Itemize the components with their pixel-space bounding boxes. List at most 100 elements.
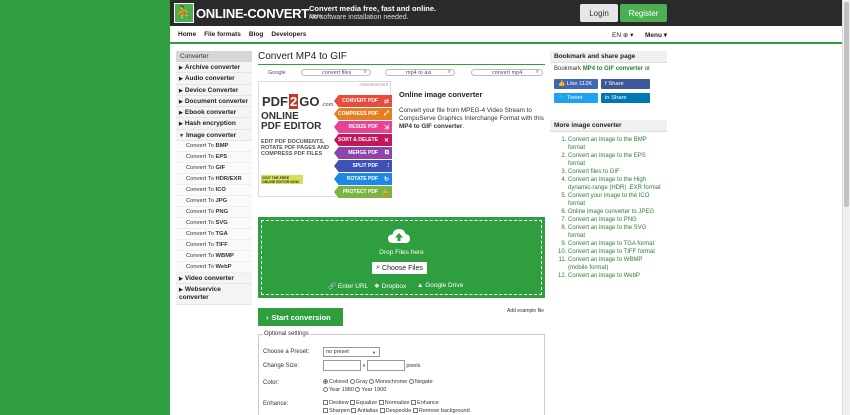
sidebar-subitem-jpg[interactable]: Convert To JPG <box>176 196 252 208</box>
search-suggestion[interactable]: mp4 to avi ⌕ <box>385 69 455 76</box>
converter-link-svg[interactable]: Convert an image to the SVG format <box>568 224 663 240</box>
sidebar-subitem-tga[interactable]: Convert To TGA <box>176 229 252 241</box>
enhance-remove-background[interactable]: Remove background <box>412 408 470 414</box>
search-icon: ⌕ <box>535 69 539 75</box>
start-conversion-button[interactable]: › Start conversion <box>258 308 343 326</box>
color-year-1900[interactable]: Year 1900 <box>355 387 386 393</box>
enhance-sharpen[interactable]: Sharpen <box>323 408 350 414</box>
ad-button-convert[interactable]: CONVERT PDF ⇄ <box>334 95 392 107</box>
search-suggestion[interactable]: convert files ⌕ <box>301 69 371 76</box>
converter-link-tga[interactable]: Convert an image to TGA format <box>568 240 663 248</box>
color-monochrome[interactable]: Monochrome <box>369 379 407 385</box>
sidebar-subitem-hdr[interactable]: Convert To HDR/EXR <box>176 174 252 186</box>
google-logo: Google <box>268 70 286 76</box>
sidebar-item-audio[interactable]: ▶ Audio converter <box>176 73 252 85</box>
choose-files-button[interactable]: ⌕ Choose Files <box>372 262 427 274</box>
google-drive-link[interactable]: ▲ Google Drive <box>417 282 463 289</box>
converter-link-tiff[interactable]: Convert an image to TIFF format <box>568 248 663 256</box>
menu-button[interactable]: Menu ▾ <box>645 31 667 39</box>
sidebar-subitem-tiff[interactable]: Convert To TIFF <box>176 240 252 252</box>
nav-blog[interactable]: Blog <box>249 31 263 38</box>
sidebar-item-ebook[interactable]: ▶ Ebook converter <box>176 107 252 119</box>
ad-button-resize[interactable]: RESIZE PDF ⇲ <box>334 121 392 133</box>
add-example-file-link[interactable]: Add example file <box>507 308 544 314</box>
nav-home[interactable]: Home <box>178 31 196 38</box>
ad-button-label: SORT & DELETE <box>337 137 378 143</box>
ad-button-sort-delete[interactable]: SORT & DELETE ✕ <box>334 134 392 146</box>
sidebar-subitem-bmp[interactable]: Convert To BMP <box>176 141 252 153</box>
language-selector[interactable]: EN ⊕ ▾ <box>612 31 633 39</box>
ad-button-split[interactable]: SPLIT PDF ⫶ <box>334 160 392 172</box>
converter-link-webp[interactable]: Convert an image to WebP <box>568 272 663 280</box>
sidebar-subitem-ico[interactable]: Convert To ICO <box>176 185 252 197</box>
preset-select[interactable]: no preset ▼ <box>323 347 380 357</box>
sidebar-item-webservice[interactable]: ▶ Webservice converter <box>176 284 252 306</box>
converter-sidebar: Converter ▶ Archive converter ▶ Audio conv… <box>176 51 252 306</box>
sidebar-subitem-eps[interactable]: Convert To EPS <box>176 152 252 164</box>
subitem-format: ICO <box>215 187 226 194</box>
converter-link-gif[interactable]: Convert files to GIF <box>568 168 663 176</box>
converter-link-eps[interactable]: Convert an image to the EPS format <box>568 152 663 168</box>
site-logo[interactable]: ⛹ ONLINE-CONVERT.com <box>174 2 322 24</box>
ad-button-rotate[interactable]: ROTATE PDF ↻ <box>334 173 392 185</box>
sidebar-subitem-svg[interactable]: Convert To SVG <box>176 218 252 230</box>
search-suggestion[interactable]: convert mp4 ⌕ <box>471 69 543 76</box>
sidebar-subitem-gif[interactable]: Convert To GIF <box>176 163 252 175</box>
subitem-prefix: Convert To <box>186 264 216 271</box>
color-label: Color: <box>263 380 280 386</box>
ad-cta[interactable]: VISIT THE FREE ONLINE EDITOR NOW <box>261 175 303 184</box>
preset-dropdown[interactable]: no preset ▼ <box>323 347 380 357</box>
enhance-equalize[interactable]: Equalize <box>350 400 377 406</box>
width-input[interactable] <box>323 360 361 371</box>
sidebar-subitem-webp[interactable]: Convert To WebP <box>176 262 252 274</box>
enhance-despeckle[interactable]: Despeckle <box>379 408 411 414</box>
color-gray[interactable]: Gray <box>349 379 368 385</box>
subitem-prefix: Convert To <box>186 154 216 161</box>
size-label: Change Size: <box>263 363 300 369</box>
height-input[interactable] <box>366 360 405 371</box>
sidebar-item-hash[interactable]: ▶ Hash encryption <box>176 118 252 130</box>
ad-button-merge[interactable]: MERGE PDF ⧉ <box>334 147 392 159</box>
enhance-normalize[interactable]: Normalize <box>378 400 410 406</box>
bookmark-link[interactable]: MP4 to GIF converter <box>583 66 643 72</box>
color-option-label: Monochrome <box>375 379 408 385</box>
sidebar-item-archive[interactable]: ▶ Archive converter <box>176 62 252 74</box>
enter-url-link[interactable]: 🔗 Enter URL <box>328 282 368 290</box>
converter-link-ico[interactable]: Convert your image to the ICO format <box>568 192 663 208</box>
color-negate[interactable]: Negate <box>408 379 433 385</box>
sidebar-item-image[interactable]: ▼ Image converter <box>176 129 252 142</box>
converter-link-hdr[interactable]: Convert an image to the High dynamic-ran… <box>568 176 663 192</box>
enhance-deskew[interactable]: Deskew <box>323 400 349 406</box>
register-button[interactable]: Register <box>620 4 667 22</box>
converter-link-bmp[interactable]: Convert an image to the BMP format <box>568 136 663 152</box>
nav-developers[interactable]: Developers <box>271 31 306 38</box>
login-button[interactable]: Login <box>580 4 618 22</box>
linkedin-share-button[interactable]: in Share <box>601 93 650 103</box>
facebook-like-button[interactable]: 👍 Like 112K <box>554 79 598 89</box>
sidebar-subitem-png[interactable]: Convert To PNG <box>176 207 252 219</box>
tweet-button[interactable]: 🐦 Tweet <box>554 93 598 103</box>
sidebar-item-document[interactable]: ▶ Document converter <box>176 95 252 108</box>
facebook-share-button[interactable]: f Share <box>601 79 650 89</box>
sidebar-item-label: Webservice converter <box>179 286 221 302</box>
color-colored[interactable]: Colored <box>323 379 348 385</box>
dropbox-link[interactable]: ❖ Dropbox <box>374 282 406 290</box>
advertisement[interactable]: Advertisement PDF 2 GO .com ONLINE PDF EDITO… <box>258 81 392 198</box>
nav-file-formats[interactable]: File formats <box>204 31 241 38</box>
radio-icon <box>355 387 361 393</box>
converter-link-png[interactable]: Convert an image to PNG <box>568 216 663 224</box>
sidebar-item-device[interactable]: ▶ Device Converter <box>176 84 252 96</box>
ad-button-protect[interactable]: PROTECT PDF 🔒 <box>334 186 392 198</box>
sidebar-item-video[interactable]: ▶ Video converter <box>176 273 252 285</box>
converter-link-jpeg[interactable]: Online image converter to JPEG <box>568 208 663 216</box>
converter-link-wbmp[interactable]: Convert an image to WBMP (mobile format) <box>568 256 663 272</box>
vertical-scrollbar[interactable] <box>842 0 850 415</box>
enhance-antialias[interactable]: Antialias <box>351 408 378 414</box>
color-year-1980[interactable]: Year 1980 <box>323 387 354 393</box>
scrollbar-thumb[interactable] <box>844 2 849 207</box>
converter-desc-bold: MP4 to GIF converter <box>399 123 463 130</box>
file-drop-zone[interactable]: Drop Files here ⌕ Choose Files 🔗 Enter UR… <box>258 217 545 298</box>
enhance-enhance[interactable]: Enhance <box>411 400 439 406</box>
ad-button-compress[interactable]: COMPRESS PDF ⤢ <box>334 108 392 120</box>
sidebar-subitem-wbmp[interactable]: Convert To WBMP <box>176 251 252 263</box>
